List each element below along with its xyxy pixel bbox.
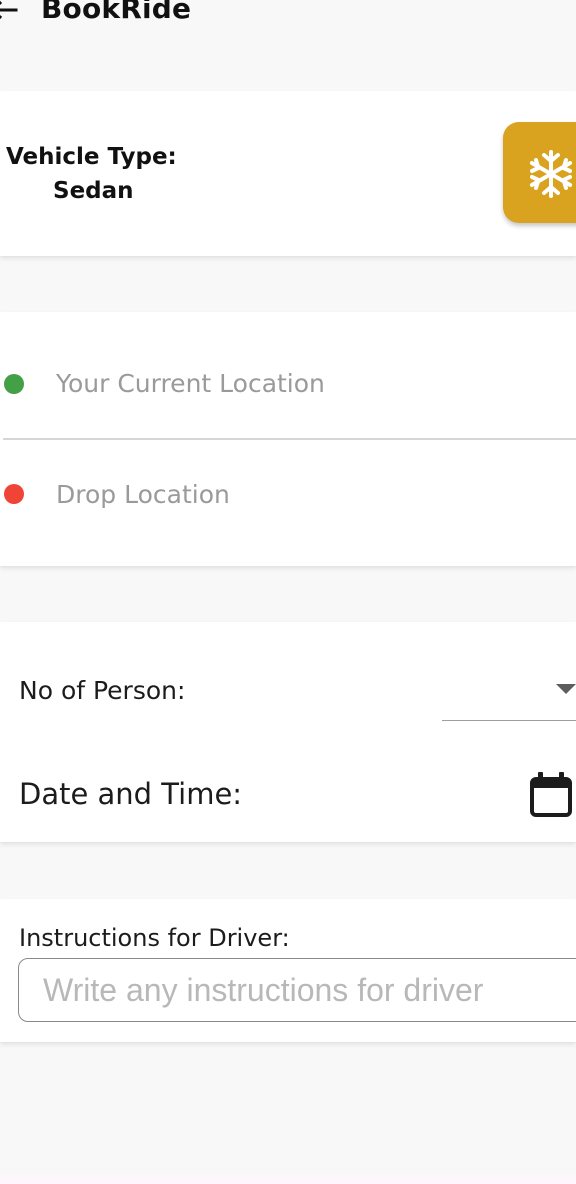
app-bar: BookRide (0, 0, 576, 60)
page-title: BookRide (41, 0, 192, 25)
location-divider (3, 438, 576, 440)
vehicle-card (0, 91, 576, 256)
instructions-label: Instructions for Driver: (19, 924, 290, 952)
vehicle-type-label: Vehicle Type: (6, 144, 177, 170)
pickup-dot-icon (4, 374, 24, 394)
person-count-label: No of Person: (19, 676, 186, 705)
current-location-field[interactable]: Your Current Location (56, 369, 325, 398)
instructions-input[interactable] (18, 958, 576, 1022)
arrow-back-icon[interactable] (0, 0, 20, 28)
chevron-down-icon[interactable] (556, 684, 576, 694)
vehicle-type-value: Sedan (53, 178, 134, 204)
bottom-edge (0, 1174, 576, 1184)
book-ride-screen: BookRide Vehicle Type: Sedan Your Curren… (0, 0, 576, 1184)
date-time-label: Date and Time: (19, 777, 243, 811)
snowflake-icon (529, 150, 573, 198)
dropdown-underline (442, 720, 576, 721)
calendar-icon[interactable] (530, 771, 572, 817)
drop-location-field[interactable]: Drop Location (56, 480, 230, 509)
person-count-dropdown[interactable] (442, 670, 576, 722)
drop-dot-icon (4, 484, 24, 504)
